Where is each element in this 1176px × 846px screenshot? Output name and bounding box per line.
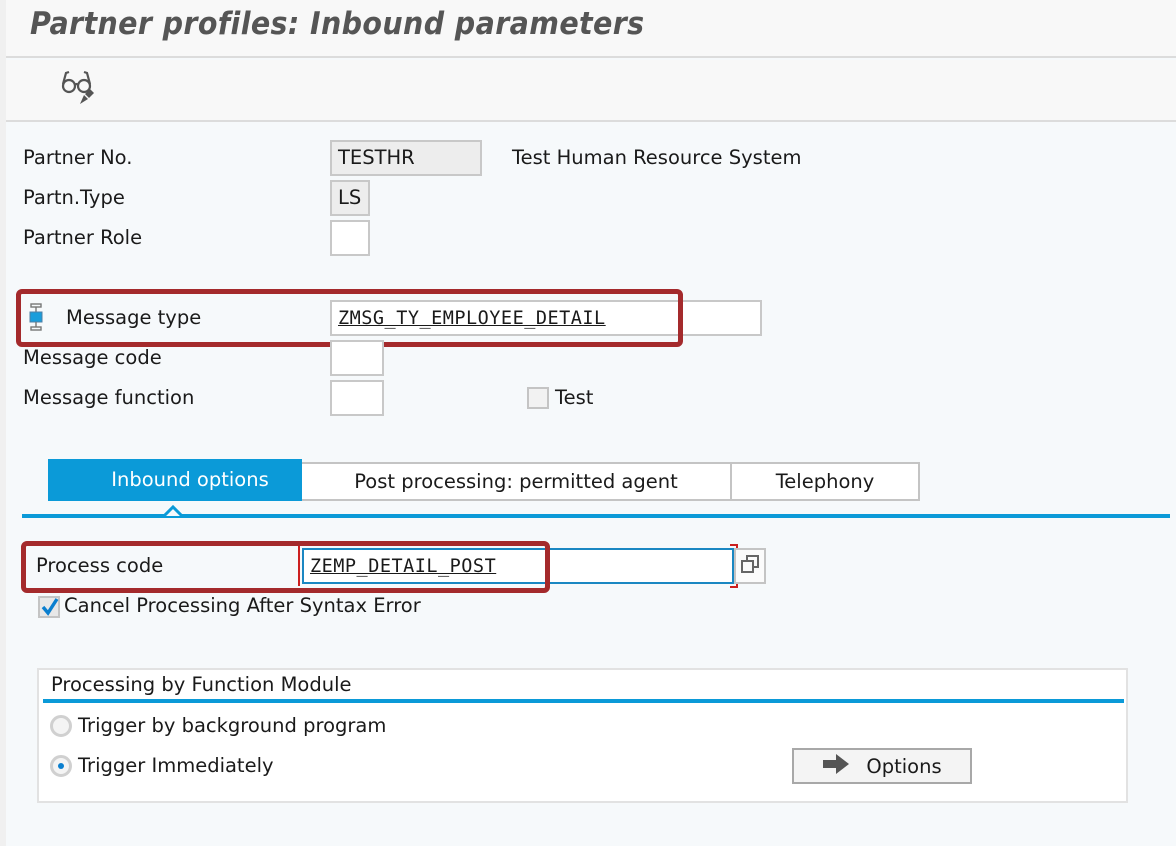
value-help-icon — [740, 554, 760, 578]
radio-trigger-background[interactable] — [50, 715, 72, 737]
partner-role-field[interactable] — [330, 220, 370, 256]
title-bar: Partner profiles: Inbound parameters — [6, 0, 1176, 58]
page-title: Partner profiles: Inbound parameters — [30, 6, 645, 42]
window-edge — [0, 0, 6, 846]
tab-telephony[interactable]: Telephony — [732, 462, 920, 501]
group-title-underline — [43, 699, 1124, 703]
radio-selected-dot — [58, 763, 64, 769]
partner-no-label: Partner No. — [23, 146, 133, 169]
message-function-label: Message function — [23, 386, 195, 409]
partner-no-field: TESTHR — [330, 140, 482, 176]
test-checkbox[interactable] — [527, 387, 549, 409]
group-title: Processing by Function Module — [51, 673, 352, 696]
process-code-value: ZEMP_DETAIL_POST — [310, 556, 497, 577]
partner-description: Test Human Resource System — [512, 146, 802, 169]
focus-bracket-left — [298, 546, 302, 586]
message-function-field[interactable] — [330, 380, 384, 416]
partner-role-label: Partner Role — [23, 226, 143, 249]
tab-strip: Inbound options Post processing: permitt… — [48, 459, 920, 501]
value-help-button[interactable] — [734, 548, 766, 584]
message-type-label: Message type — [66, 306, 202, 329]
partner-type-field: LS — [330, 180, 370, 216]
message-type-value: ZMSG_TY_EMPLOYEE_DETAIL — [338, 308, 606, 329]
message-code-field[interactable] — [330, 340, 384, 376]
radio-trigger-immediately[interactable] — [50, 755, 72, 777]
hierarchy-node-icon — [29, 303, 43, 335]
toolbar — [6, 60, 1176, 122]
process-code-field[interactable]: ZEMP_DETAIL_POST — [302, 548, 734, 584]
tab-post-processing[interactable]: Post processing: permitted agent — [302, 462, 732, 501]
trigger-background-label: Trigger by background program — [78, 714, 387, 737]
arrow-right-icon — [822, 753, 850, 779]
cancel-processing-label: Cancel Processing After Syntax Error — [64, 594, 421, 617]
partner-type-label: Partn.Type — [23, 186, 125, 209]
message-code-label: Message code — [23, 346, 162, 369]
tab-inbound-options[interactable]: Inbound options — [48, 459, 302, 501]
tab-underline — [22, 514, 1170, 518]
options-button-label: Options — [866, 754, 942, 778]
display-change-button[interactable] — [56, 68, 102, 110]
test-label: Test — [555, 386, 594, 409]
message-type-field[interactable]: ZMSG_TY_EMPLOYEE_DETAIL — [330, 300, 762, 336]
trigger-immediately-label: Trigger Immediately — [78, 754, 274, 777]
glasses-pencil-icon — [59, 66, 99, 112]
checkmark-icon — [41, 598, 59, 620]
tab-caret — [163, 504, 183, 518]
process-code-label: Process code — [36, 554, 164, 577]
options-button[interactable]: Options — [792, 748, 972, 784]
cancel-processing-checkbox[interactable] — [38, 596, 60, 618]
